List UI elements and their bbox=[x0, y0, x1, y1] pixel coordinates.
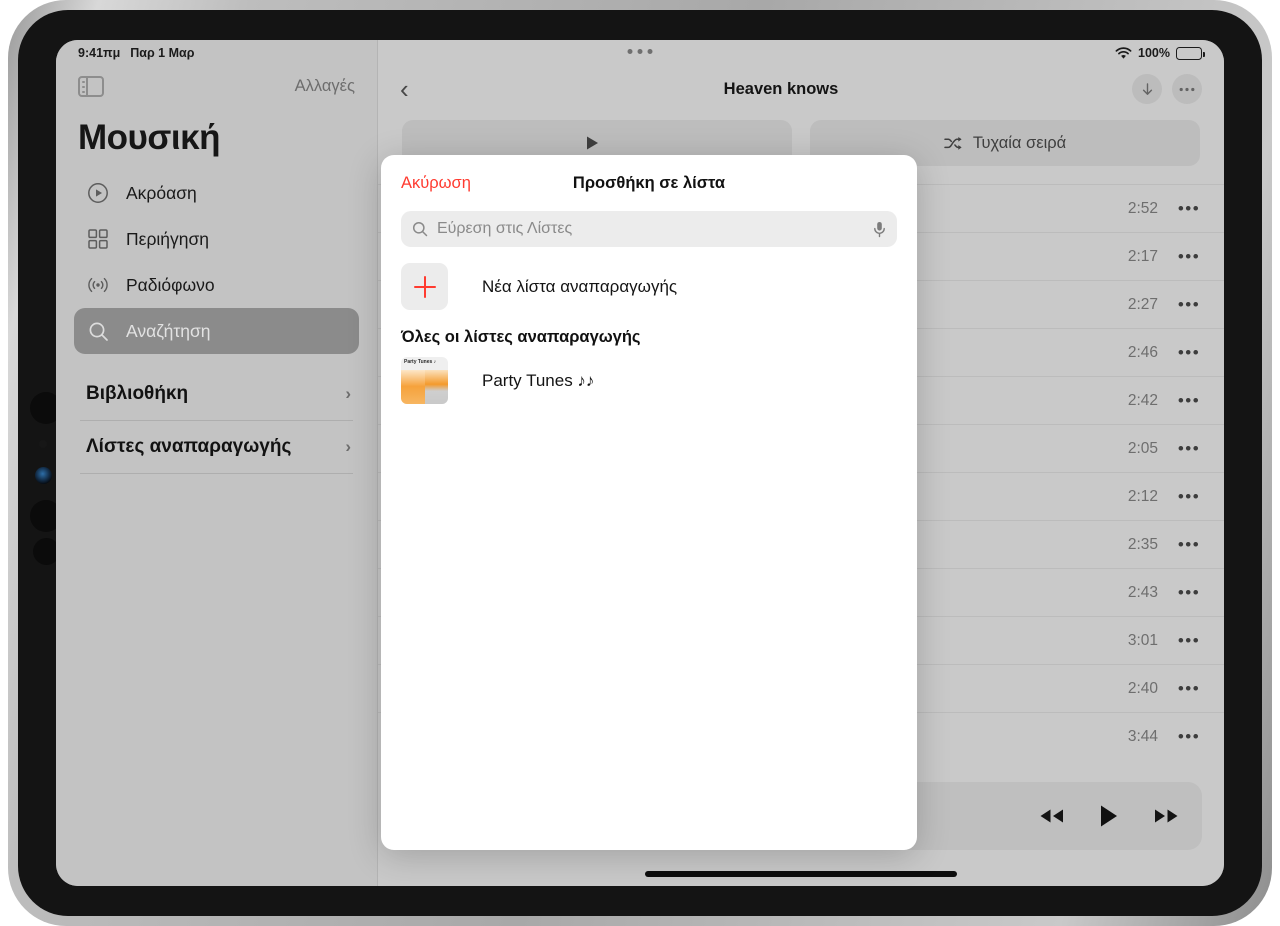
track-more-icon[interactable]: ••• bbox=[1176, 583, 1202, 603]
new-playlist-label: Νέα λίστα αναπαραγωγής bbox=[482, 276, 678, 296]
modal-header: Ακύρωση Προσθήκη σε λίστα bbox=[401, 155, 897, 211]
track-more-icon[interactable]: ••• bbox=[1176, 343, 1202, 363]
sidebar-item-browse[interactable]: Περιήγηση bbox=[74, 216, 359, 262]
playlist-artwork: Party Tunes ♪ bbox=[401, 357, 448, 404]
broadcast-icon bbox=[86, 273, 110, 297]
new-playlist-row[interactable]: Νέα λίστα αναπαραγωγής bbox=[401, 247, 897, 320]
sidebar-section-label: Λίστες αναπαραγωγής bbox=[86, 436, 292, 457]
playback-controls bbox=[1038, 804, 1180, 828]
search-icon bbox=[86, 319, 110, 343]
download-arrow-icon[interactable] bbox=[1132, 74, 1162, 104]
track-duration: 2:42 bbox=[1127, 391, 1158, 409]
shuffle-button-label: Τυχαία σειρά bbox=[972, 133, 1067, 152]
front-camera bbox=[35, 467, 52, 484]
track-duration: 3:01 bbox=[1127, 631, 1158, 649]
sidebar-section-playlists[interactable]: Λίστες αναπαραγωγής › bbox=[74, 421, 359, 473]
track-more-icon[interactable]: ••• bbox=[1176, 679, 1202, 699]
sidebar-divider bbox=[80, 473, 353, 474]
track-more-icon[interactable]: ••• bbox=[1176, 247, 1202, 267]
home-indicator[interactable] bbox=[645, 871, 957, 877]
play-circle-icon bbox=[86, 181, 110, 205]
battery-percent-label: 100% bbox=[1138, 46, 1170, 60]
track-duration: 2:46 bbox=[1127, 343, 1158, 361]
track-duration: 2:27 bbox=[1127, 295, 1158, 313]
track-more-icon[interactable]: ••• bbox=[1176, 391, 1202, 411]
sidebar-item-radio[interactable]: Ραδιόφωνο bbox=[74, 262, 359, 308]
multitasking-dots-icon[interactable] bbox=[627, 49, 653, 54]
sidebar-item-label: Αναζήτηση bbox=[126, 320, 211, 341]
status-time: 9:41πμ bbox=[78, 46, 121, 60]
track-duration: 2:35 bbox=[1127, 535, 1158, 553]
track-duration: 2:12 bbox=[1127, 487, 1158, 505]
track-duration: 2:17 bbox=[1127, 247, 1158, 265]
sidebar-top-bar: Αλλαγές bbox=[74, 68, 359, 104]
sidebar-section-library[interactable]: Βιβλιοθήκη › bbox=[74, 368, 359, 420]
track-more-icon[interactable]: ••• bbox=[1176, 631, 1202, 651]
play-icon bbox=[585, 135, 600, 151]
microphone-icon[interactable] bbox=[873, 221, 886, 238]
track-duration: 2:05 bbox=[1127, 439, 1158, 457]
status-bar: 9:41πμ Παρ 1 Μαρ 100% bbox=[56, 40, 1224, 66]
track-duration: 2:43 bbox=[1127, 583, 1158, 601]
search-icon bbox=[412, 221, 428, 237]
album-title: Heaven knows bbox=[723, 79, 839, 98]
page-title: Μουσική bbox=[78, 118, 220, 157]
ipad-device-frame: 9:41πμ Παρ 1 Μαρ 100% Αλλαγές Μουσική Ακ… bbox=[8, 0, 1272, 926]
sidebar-toggle-icon[interactable] bbox=[78, 75, 104, 97]
track-more-icon[interactable]: ••• bbox=[1176, 199, 1202, 219]
status-date: Παρ 1 Μαρ bbox=[130, 46, 195, 60]
track-duration: 2:52 bbox=[1127, 199, 1158, 217]
status-bar-right: 100% bbox=[1115, 46, 1205, 60]
add-to-playlist-modal: Ακύρωση Προσθήκη σε λίστα Εύρεση στις Λί… bbox=[381, 155, 917, 850]
sidebar: Αλλαγές Μουσική Ακρόαση Περιήγηση Ραδιόφ… bbox=[56, 40, 378, 886]
sidebar-item-listen-now[interactable]: Ακρόαση bbox=[74, 170, 359, 216]
grid-icon bbox=[86, 227, 110, 251]
status-bar-left: 9:41πμ Παρ 1 Μαρ bbox=[78, 46, 194, 60]
track-more-icon[interactable]: ••• bbox=[1176, 535, 1202, 555]
shuffle-icon bbox=[944, 136, 963, 151]
wifi-icon bbox=[1115, 46, 1132, 60]
ambient-sensor bbox=[39, 440, 47, 448]
sidebar-item-search[interactable]: Αναζήτηση bbox=[74, 308, 359, 354]
track-more-icon[interactable]: ••• bbox=[1176, 439, 1202, 459]
chevron-right-icon: › bbox=[345, 437, 351, 456]
track-duration: 3:44 bbox=[1127, 727, 1158, 745]
track-more-icon[interactable]: ••• bbox=[1176, 295, 1202, 315]
device-bezel: 9:41πμ Παρ 1 Μαρ 100% Αλλαγές Μουσική Ακ… bbox=[18, 10, 1262, 916]
search-placeholder: Εύρεση στις Λίστες bbox=[437, 220, 573, 237]
playlist-name: Party Tunes ♪♪ bbox=[482, 370, 595, 390]
chevron-left-icon[interactable]: ‹ bbox=[400, 76, 430, 102]
plus-icon bbox=[401, 263, 448, 310]
track-more-icon[interactable]: ••• bbox=[1176, 487, 1202, 507]
list-item[interactable]: Party Tunes ♪ Party Tunes ♪♪ bbox=[401, 353, 897, 408]
track-more-icon[interactable]: ••• bbox=[1176, 727, 1202, 747]
device-screen: 9:41πμ Παρ 1 Μαρ 100% Αλλαγές Μουσική Ακ… bbox=[56, 40, 1224, 886]
track-duration: 2:40 bbox=[1127, 679, 1158, 697]
modal-title: Προσθήκη σε λίστα bbox=[572, 173, 726, 192]
battery-full-icon bbox=[1176, 46, 1205, 60]
cancel-button[interactable]: Ακύρωση bbox=[401, 174, 471, 193]
sidebar-item-label: Ακρόαση bbox=[126, 182, 197, 203]
rewind-icon[interactable] bbox=[1038, 807, 1065, 825]
search-input[interactable]: Εύρεση στις Λίστες bbox=[401, 211, 897, 247]
fast-forward-icon[interactable] bbox=[1153, 807, 1180, 825]
sidebar-edit-button[interactable]: Αλλαγές bbox=[295, 77, 355, 96]
chevron-right-icon: › bbox=[345, 384, 351, 403]
more-options-icon[interactable] bbox=[1172, 74, 1202, 104]
sidebar-section-label: Βιβλιοθήκη bbox=[86, 383, 189, 404]
playlist-artwork-title: Party Tunes ♪ bbox=[404, 359, 437, 365]
play-icon[interactable] bbox=[1099, 804, 1119, 828]
all-playlists-heading: Όλες οι λίστες αναπαραγωγής bbox=[401, 328, 641, 346]
sidebar-item-label: Περιήγηση bbox=[126, 228, 210, 249]
sidebar-item-label: Ραδιόφωνο bbox=[126, 274, 215, 295]
